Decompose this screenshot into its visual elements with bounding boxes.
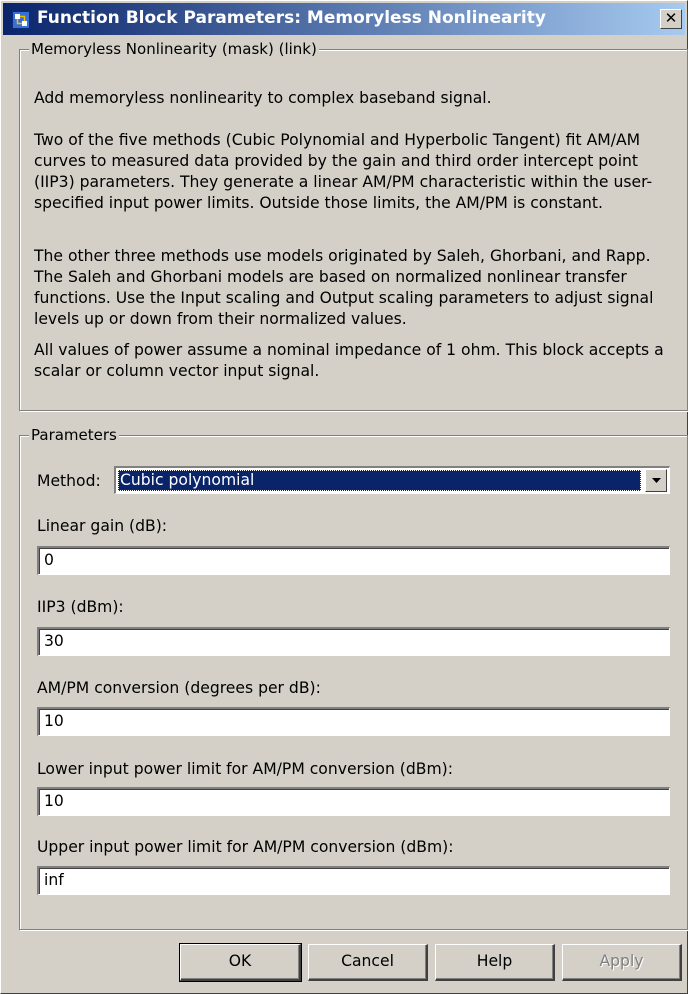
description-group-legend: Memoryless Nonlinearity (mask) (link) <box>29 40 319 58</box>
upper-power-limit-input[interactable]: inf <box>37 866 670 895</box>
parameters-group-legend: Parameters <box>29 426 119 444</box>
iip3-label: IIP3 (dBm): <box>37 598 124 616</box>
method-selected-value: Cubic polynomial <box>118 470 641 491</box>
title-bar[interactable]: Function Block Parameters: Memoryless No… <box>3 3 685 35</box>
close-button[interactable]: ✕ <box>660 9 682 29</box>
method-label: Method: <box>37 472 101 490</box>
window-title: Function Block Parameters: Memoryless No… <box>37 8 546 28</box>
iip3-input[interactable]: 30 <box>37 627 670 656</box>
method-dropdown[interactable]: Cubic polynomial <box>114 466 670 494</box>
dropdown-button[interactable] <box>645 469 667 492</box>
close-icon: ✕ <box>664 9 678 27</box>
apply-button: Apply <box>562 944 682 981</box>
chevron-down-icon <box>652 478 661 483</box>
ampm-conversion-input[interactable]: 10 <box>37 707 670 736</box>
help-button[interactable]: Help <box>435 944 555 981</box>
description-paragraph-4: All values of power assume a nominal imp… <box>34 341 664 380</box>
lower-power-limit-input[interactable]: 10 <box>37 787 670 816</box>
linear-gain-label: Linear gain (dB): <box>37 517 168 535</box>
ampm-conversion-label: AM/PM conversion (degrees per dB): <box>37 679 321 697</box>
simulink-block-icon <box>12 11 30 29</box>
description-paragraph-3: The other three methods use models origi… <box>34 247 654 328</box>
description-paragraph-2: Two of the five methods (Cubic Polynomia… <box>34 131 653 212</box>
linear-gain-input[interactable]: 0 <box>37 546 670 575</box>
lower-power-limit-label: Lower input power limit for AM/PM conver… <box>37 760 454 778</box>
ok-button[interactable]: OK <box>179 943 302 982</box>
description-paragraph-1: Add memoryless nonlinearity to complex b… <box>34 89 492 107</box>
upper-power-limit-label: Upper input power limit for AM/PM conver… <box>37 838 454 856</box>
dialog-window: Function Block Parameters: Memoryless No… <box>0 0 688 994</box>
cancel-button[interactable]: Cancel <box>308 944 428 981</box>
